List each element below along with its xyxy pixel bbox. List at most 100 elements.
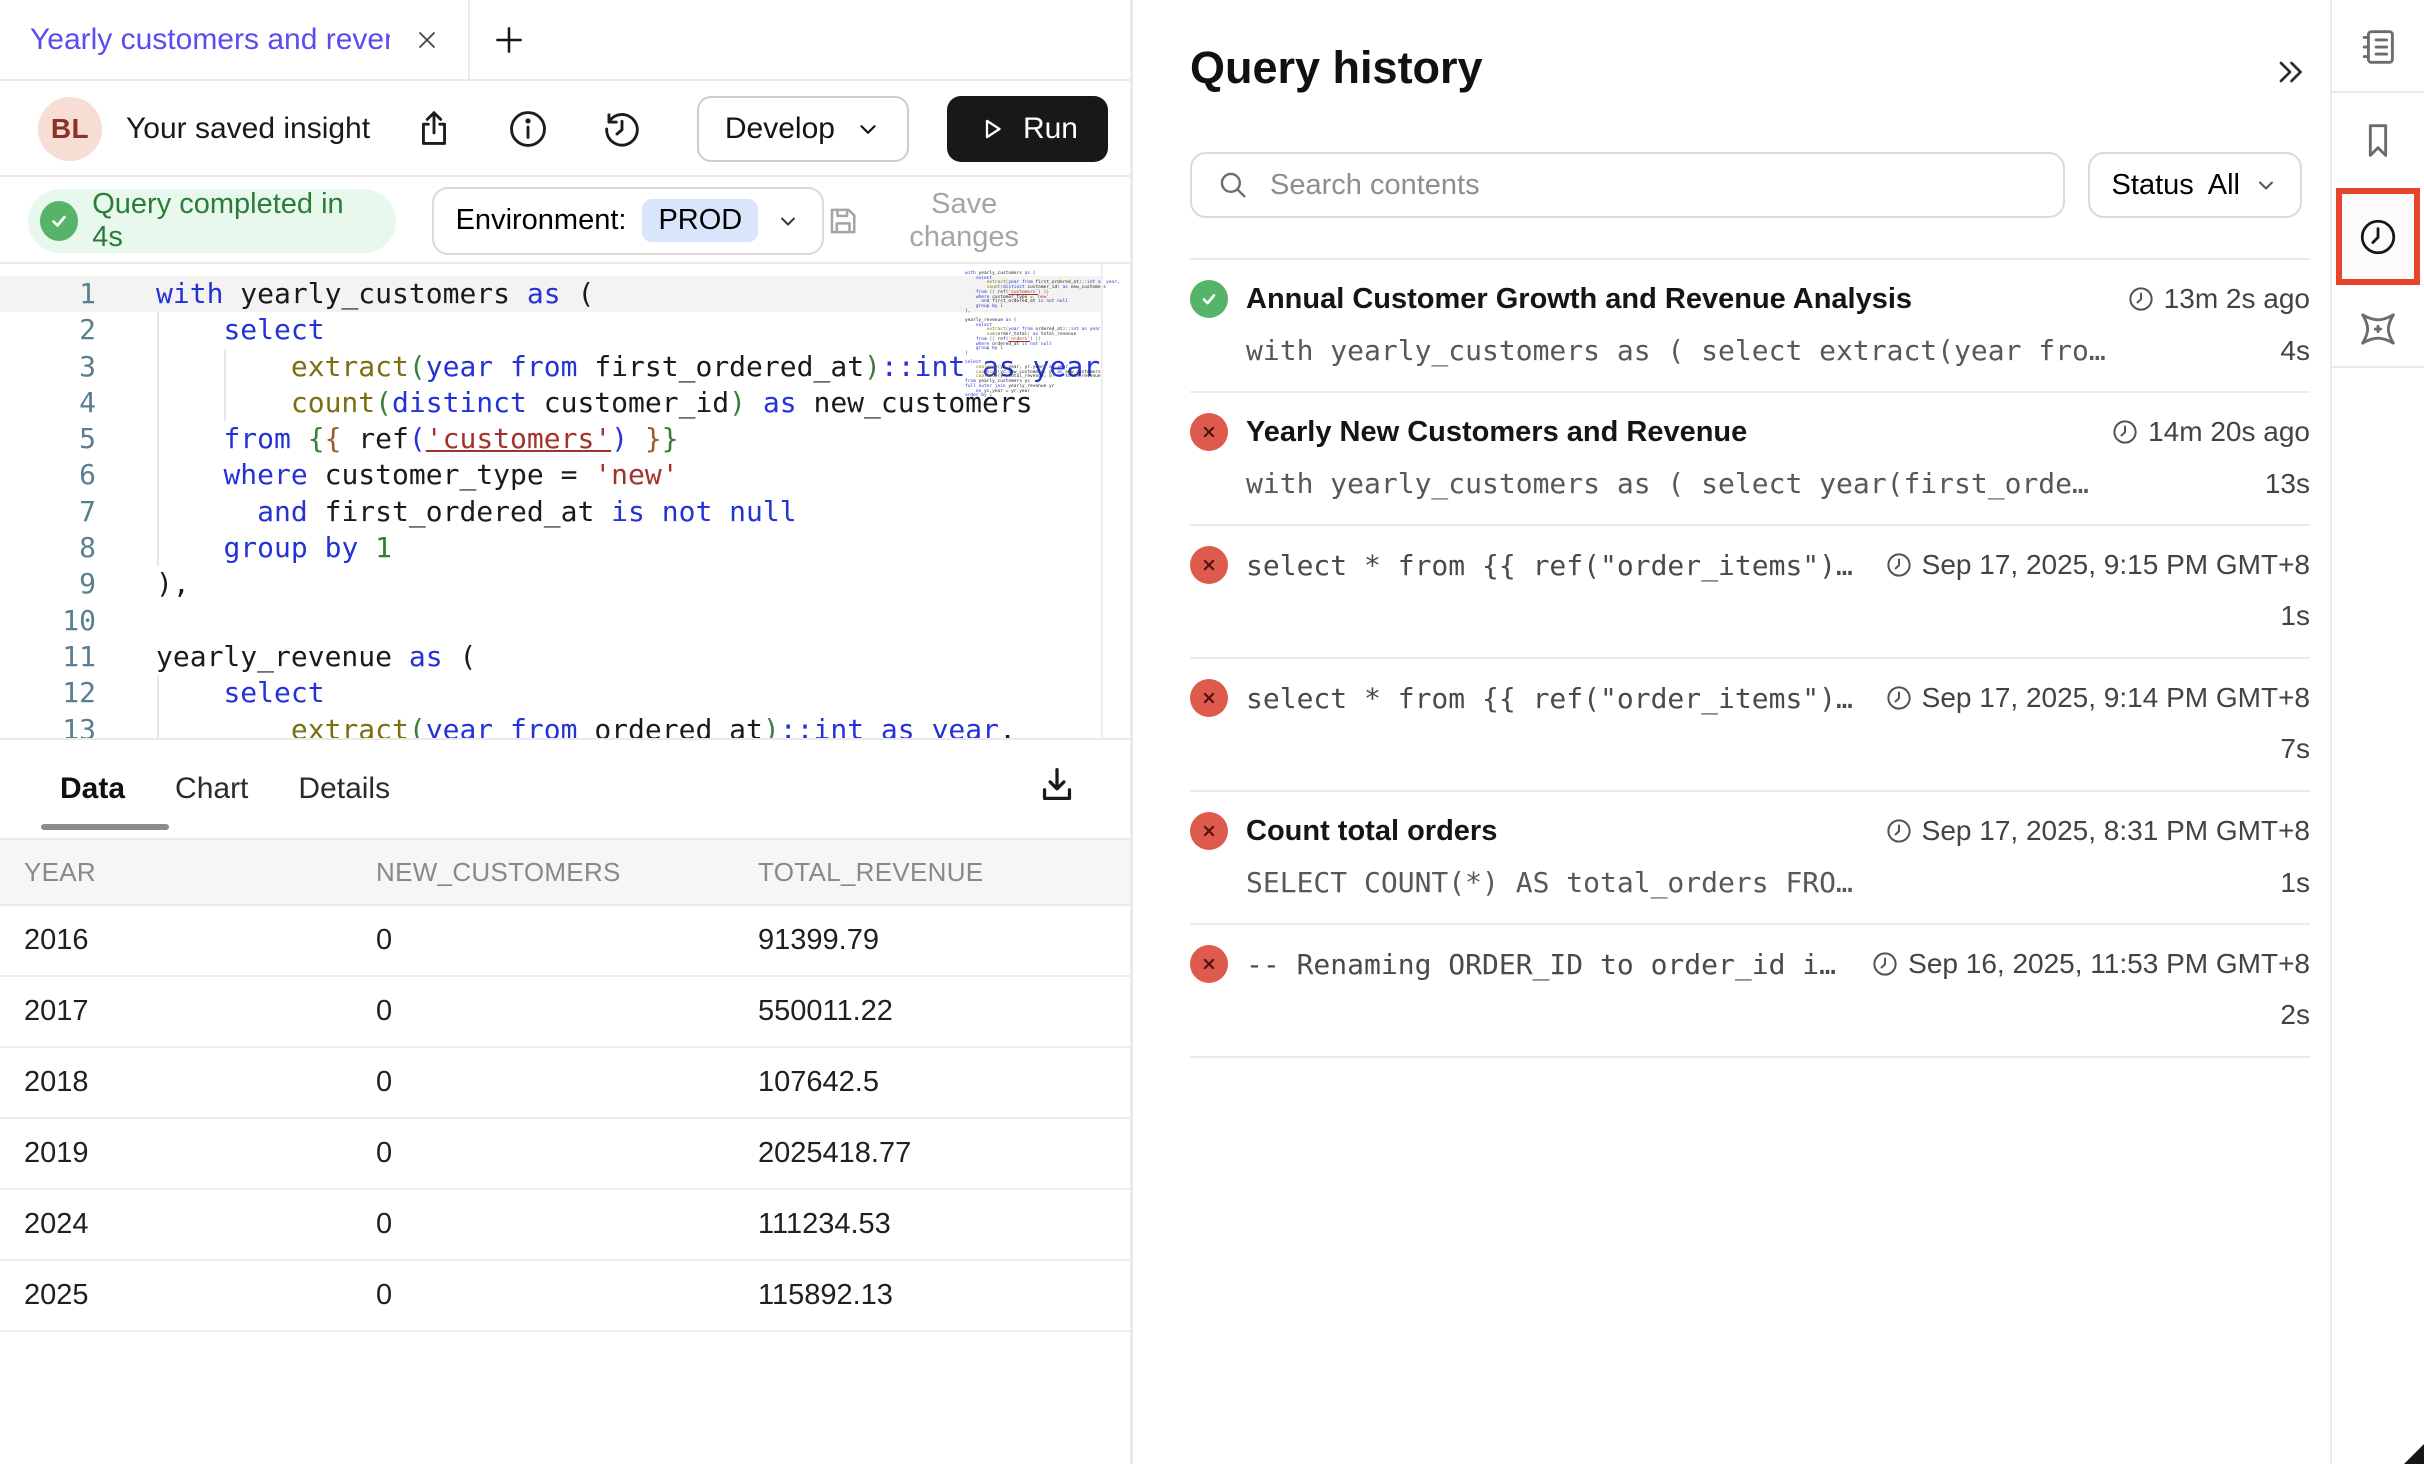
code-text [156,603,1100,639]
code-text: count(distinct customer_id) as new_custo… [156,385,1100,421]
develop-button[interactable]: Develop [697,96,909,162]
code-line[interactable]: 12 select [0,675,1101,711]
save-icon [824,201,862,241]
time-text: Sep 17, 2025, 8:31 PM GMT+8 [1922,815,2310,847]
code-text: and first_ordered_at is not null [156,494,1100,530]
line-number: 13 [0,712,96,740]
line-number: 11 [0,639,96,675]
code-line[interactable]: 5 from {{ ref('customers') }} [0,421,1101,457]
search-input[interactable] [1270,169,2043,202]
code-line[interactable]: 11 yearly_revenue as ( [0,639,1101,675]
editor-scrollbar[interactable] [1101,264,1130,740]
history-item-header: -- Renaming ORDER_ID to order_id i…Sep 1… [1190,945,2310,983]
notebook-icon[interactable] [2355,24,2401,70]
clock-icon [2110,417,2140,447]
time-text: 14m 20s ago [2148,416,2310,448]
results-table: YEARNEW_CUSTOMERSTOTAL_REVENUE 201609139… [0,838,1130,1332]
info-icon[interactable] [505,106,551,152]
history-item-detail: with yearly_customers as ( select extrac… [1246,334,2310,367]
tab-close-icon[interactable] [412,25,442,55]
table-header-row: YEARNEW_CUSTOMERSTOTAL_REVENUE [0,839,1130,905]
history-item-duration: 1s [2280,600,2310,632]
tab-bar: Yearly customers and revenue [0,0,1130,81]
code-line[interactable]: 7 and first_ordered_at is not null [0,494,1101,530]
results-header: Data Chart Details [0,740,1130,838]
code-line[interactable]: 10 [0,603,1101,639]
history-item-detail: 1s [1246,600,2310,632]
time-text: Sep 17, 2025, 9:15 PM GMT+8 [1922,549,2310,581]
search-icon [1216,168,1250,202]
table-row: 20180107642.5 [0,1047,1130,1118]
new-tab-button[interactable] [490,21,528,59]
insight-toolbar: BL Your saved insight Develop Run [0,83,1130,177]
line-number: 9 [0,566,96,602]
table-cell: 2019 [0,1118,376,1189]
sql-code-editor[interactable]: 1 with yearly_customers as (2 select3 ext… [0,262,1130,740]
tab-yearly-customers-and-revenue[interactable]: Yearly customers and revenue [0,0,470,79]
icon-rail [2332,0,2424,1464]
chevron-down-icon [776,209,800,233]
history-item-title: select * from {{ ref("order_items")… [1246,682,1866,715]
history-item[interactable]: Yearly New Customers and Revenue14m 20s … [1190,393,2310,526]
code-line[interactable]: 3 extract(year from first_ordered_at)::i… [0,349,1101,385]
history-item-detail: with yearly_customers as ( select year(f… [1246,467,2310,500]
error-status-icon [1190,546,1228,584]
clock-icon [1884,550,1914,580]
time-text: 13m 2s ago [2164,283,2310,315]
code-line[interactable]: 8 group by 1 [0,530,1101,566]
resize-handle[interactable] [2404,1444,2424,1464]
history-item-duration: 7s [2280,733,2310,765]
collapse-panel-icon[interactable] [2272,54,2308,90]
table-column-header: YEAR [0,839,376,905]
line-number: 12 [0,675,96,711]
download-icon[interactable] [1034,762,1080,808]
table-row: 20240111234.53 [0,1189,1130,1260]
code-text: with yearly_customers as ( [156,276,1100,312]
history-item-detail: SELECT COUNT(*) AS total_orders FRO…1s [1246,866,2310,899]
history-item-detail: 2s [1246,999,2310,1031]
bookmark-icon[interactable] [2355,118,2401,164]
avatar: BL [38,97,102,161]
save-changes-button[interactable]: Save changes [824,188,1052,254]
status-filter-dropdown[interactable]: Status All [2088,152,2302,218]
code-line[interactable]: 4 count(distinct customer_id) as new_cus… [0,385,1101,421]
code-minimap[interactable]: with yearly_customers as ( select extrac… [965,272,1097,399]
code-line[interactable]: 9), [0,566,1101,602]
code-line[interactable]: 6 where customer_type = 'new' [0,457,1101,493]
history-item[interactable]: select * from {{ ref("order_items")…Sep … [1190,526,2310,659]
table-cell: 0 [376,1047,758,1118]
status-filter-label: Status [2112,169,2194,202]
history-item-time: 13m 2s ago [2126,283,2310,315]
history-item[interactable]: Count total ordersSep 17, 2025, 8:31 PM … [1190,792,2310,925]
share-icon[interactable] [411,106,457,152]
line-number: 1 [0,276,96,312]
panel-title: Query history [1190,42,1483,94]
rail-divider [2332,366,2424,368]
results-tab-data[interactable]: Data [60,772,125,806]
environment-selector[interactable]: Environment: PROD [432,187,825,255]
query-status-text: Query completed in 4s [92,188,369,254]
explore-icon[interactable] [2355,306,2401,352]
line-number: 2 [0,312,96,348]
history-clock-icon-active[interactable] [2336,188,2420,285]
code-line[interactable]: 2 select [0,312,1101,348]
version-history-icon[interactable] [599,106,645,152]
error-status-icon [1190,413,1228,451]
table-cell: 91399.79 [758,905,1130,976]
results-tab-chart[interactable]: Chart [175,772,248,806]
indent-guide [224,349,226,421]
table-cell: 0 [376,1118,758,1189]
status-filter-value: All [2208,169,2240,202]
line-number: 8 [0,530,96,566]
history-item[interactable]: -- Renaming ORDER_ID to order_id i…Sep 1… [1190,925,2310,1058]
history-item-duration: 1s [2280,867,2310,899]
code-text: from {{ ref('customers') }} [156,421,1100,457]
results-tab-details[interactable]: Details [298,772,390,806]
history-item[interactable]: Annual Customer Growth and Revenue Analy… [1190,260,2310,393]
time-text: Sep 17, 2025, 9:14 PM GMT+8 [1922,682,2310,714]
code-text: yearly_revenue as ( [156,639,1100,675]
code-line[interactable]: 13 extract(year from ordered_at)::int as… [0,712,1101,740]
code-line[interactable]: 1 with yearly_customers as ( [0,276,1101,312]
run-button[interactable]: Run [947,96,1108,162]
history-item[interactable]: select * from {{ ref("order_items")… Sep … [1190,659,2310,792]
